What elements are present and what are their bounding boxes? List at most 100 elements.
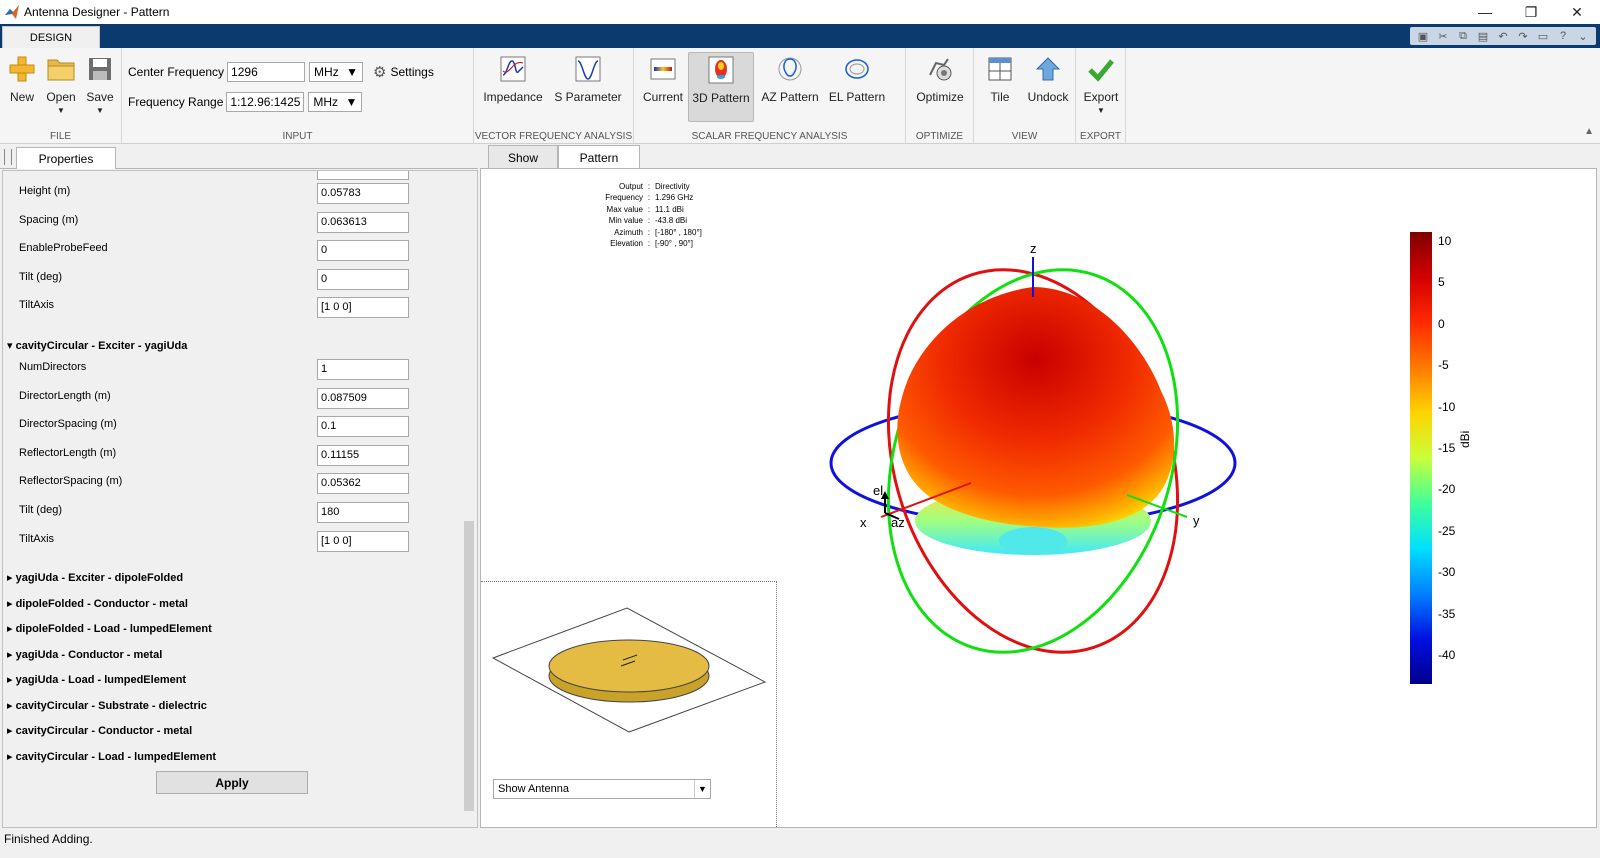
el-label: el xyxy=(873,483,883,498)
redo-quick-icon[interactable]: ↷ xyxy=(1514,27,1532,45)
tab-pattern[interactable]: Pattern xyxy=(558,145,640,169)
center-frequency-unit-select[interactable]: MHz ▼ xyxy=(309,62,364,82)
frequency-range-input[interactable] xyxy=(226,92,305,112)
close-button[interactable]: ✕ xyxy=(1554,0,1600,24)
file-section: New Open ▼ Save ▼ FILE xyxy=(0,48,122,144)
frequency-range-unit-select[interactable]: MHz ▼ xyxy=(308,92,363,112)
property-row: Tilt (deg) 180 xyxy=(3,502,463,524)
export-section: Export ▼ EXPORT xyxy=(1076,48,1126,144)
property-label: TiltAxis xyxy=(19,299,55,312)
chevron-down-icon: ▼ xyxy=(345,95,358,109)
save-dropdown-icon[interactable]: ▼ xyxy=(96,106,104,115)
el-pattern-button[interactable]: EL Pattern xyxy=(826,52,888,122)
property-group-collapsed[interactable]: ▸ yagiUda - Conductor - metal xyxy=(7,648,162,661)
property-group-collapsed[interactable]: ▸ dipoleFolded - Load - lumpedElement xyxy=(7,622,212,635)
property-value-input[interactable]: 0 xyxy=(317,240,409,262)
s-parameter-plot-icon xyxy=(571,52,605,86)
property-value-input[interactable]: 0.11155 xyxy=(317,444,409,466)
save-button[interactable]: Save ▼ xyxy=(82,52,118,122)
property-label: Tilt (deg) xyxy=(19,504,62,516)
property-value-input[interactable]: 180 xyxy=(317,502,409,523)
undock-button[interactable]: Undock xyxy=(1024,52,1072,122)
minimize-button[interactable]: — xyxy=(1462,0,1508,24)
window-quick-icon[interactable]: ▭ xyxy=(1534,27,1552,45)
property-row: Spacing (m) 0.063613 xyxy=(3,211,463,234)
new-button[interactable]: New xyxy=(4,52,40,122)
impedance-button[interactable]: Impedance xyxy=(482,52,544,122)
scrollbar-thumb[interactable] xyxy=(464,521,474,811)
property-group-collapsed[interactable]: ▸ yagiUda - Load - lumpedElement xyxy=(7,673,186,686)
pattern-main-lobe xyxy=(897,287,1175,528)
copy-quick-icon[interactable]: ⧉ xyxy=(1454,27,1472,45)
property-group-collapsed[interactable]: ▸ dipoleFolded - Conductor - metal xyxy=(7,597,188,610)
title-bar: Antenna Designer - Pattern — ❐ ✕ xyxy=(0,0,1600,24)
tab-design[interactable]: DESIGN xyxy=(2,26,100,48)
collapse-ribbon-icon[interactable]: ▲ xyxy=(1584,126,1594,137)
open-button[interactable]: Open ▼ xyxy=(42,52,80,122)
export-button[interactable]: Export ▼ xyxy=(1080,52,1122,122)
tile-button[interactable]: Tile xyxy=(980,52,1020,122)
status-text: Finished Adding. xyxy=(4,832,93,846)
tab-show[interactable]: Show xyxy=(488,145,558,169)
paste-quick-icon[interactable]: ▤ xyxy=(1474,27,1492,45)
input-section: Center Frequency MHz▼ ⚙ Settings Frequen… xyxy=(122,48,474,144)
cavity-top xyxy=(548,639,710,693)
y-axis-label: y xyxy=(1193,513,1200,528)
optimize-section: Optimize OPTIMIZE xyxy=(906,48,974,144)
property-label: ReflectorSpacing (m) xyxy=(19,475,123,488)
property-value-partial[interactable] xyxy=(317,171,409,180)
property-value-input[interactable]: [1 0 0] xyxy=(317,530,409,552)
restore-button[interactable]: ❐ xyxy=(1508,0,1554,24)
vector-analysis-label: VECTOR FREQUENCY ANALYSIS xyxy=(474,131,633,142)
antenna-preview[interactable] xyxy=(481,582,777,782)
property-value-input[interactable]: [1 0 0] xyxy=(317,297,409,319)
3d-pattern-button[interactable]: 3D Pattern xyxy=(688,52,754,122)
frequency-range-row: Frequency Range MHz▼ xyxy=(128,92,363,112)
apply-button[interactable]: Apply xyxy=(156,771,308,794)
options-quick-icon[interactable]: ⌄ xyxy=(1574,27,1592,45)
property-value-input[interactable]: 0 xyxy=(317,268,409,290)
view-section-label: VIEW xyxy=(1011,131,1038,142)
show-antenna-select[interactable]: Show Antenna ▼ xyxy=(493,779,711,799)
properties-panel: Height (m) 0.05783 Spacing (m) 0.063613 Enab… xyxy=(2,170,478,828)
property-value-input[interactable]: 0.1 xyxy=(317,416,409,438)
save-quick-icon[interactable]: ▣ xyxy=(1414,27,1432,45)
el-pattern-icon xyxy=(840,52,874,86)
property-value-input[interactable]: 1 xyxy=(317,359,409,380)
panel-grip-icon[interactable] xyxy=(4,149,12,165)
property-value-input[interactable]: 0.087509 xyxy=(317,387,409,409)
tab-properties[interactable]: Properties xyxy=(16,147,116,169)
colorbar-tick-label: -40 xyxy=(1438,648,1456,662)
help-quick-icon[interactable]: ? xyxy=(1554,27,1572,45)
gear-icon[interactable]: ⚙ xyxy=(373,63,386,81)
s-parameter-button[interactable]: S Parameter xyxy=(552,52,624,122)
colorbar-tick-label: -25 xyxy=(1438,523,1456,538)
current-plot-icon xyxy=(646,52,680,86)
az-pattern-button[interactable]: AZ Pattern xyxy=(758,52,822,122)
property-group-collapsed[interactable]: ▸ cavityCircular - Conductor - metal xyxy=(7,724,192,737)
open-dropdown-icon[interactable]: ▼ xyxy=(57,106,65,115)
checkmark-icon xyxy=(1084,52,1118,86)
properties-tab-bar: Properties xyxy=(0,145,478,169)
undo-quick-icon[interactable]: ↶ xyxy=(1494,27,1512,45)
property-group-collapsed[interactable]: ▸ yagiUda - Exciter - dipoleFolded xyxy=(7,571,183,584)
property-value-input[interactable]: 0.05362 xyxy=(317,473,409,495)
property-value-input[interactable]: 0.05783 xyxy=(317,183,409,204)
colorbar-tick-label: -15 xyxy=(1438,441,1456,455)
property-value-input[interactable]: 0.063613 xyxy=(317,211,409,233)
center-frequency-input[interactable] xyxy=(227,62,306,82)
settings-button[interactable]: Settings xyxy=(391,65,434,79)
optimize-button[interactable]: Optimize xyxy=(912,52,968,122)
property-group-collapsed[interactable]: ▸ cavityCircular - Substrate - dielectri… xyxy=(7,699,207,712)
export-dropdown-icon[interactable]: ▼ xyxy=(1097,106,1105,115)
group-cavity-exciter-yagiuda[interactable]: ▾ cavityCircular - Exciter - yagiUda xyxy=(7,339,187,352)
view-section: Tile Undock VIEW xyxy=(974,48,1076,144)
property-group-collapsed[interactable]: ▸ cavityCircular - Load - lumpedElement xyxy=(7,750,216,763)
property-label: ReflectorLength (m) xyxy=(19,446,117,459)
plot-tab-bar: Show Pattern xyxy=(480,145,1600,169)
properties-scrollbar[interactable] xyxy=(463,171,475,827)
floppy-icon xyxy=(83,52,117,86)
colorbar-tick-label: -10 xyxy=(1438,399,1456,414)
cut-quick-icon[interactable]: ✂ xyxy=(1434,27,1452,45)
current-button[interactable]: Current xyxy=(640,52,686,122)
